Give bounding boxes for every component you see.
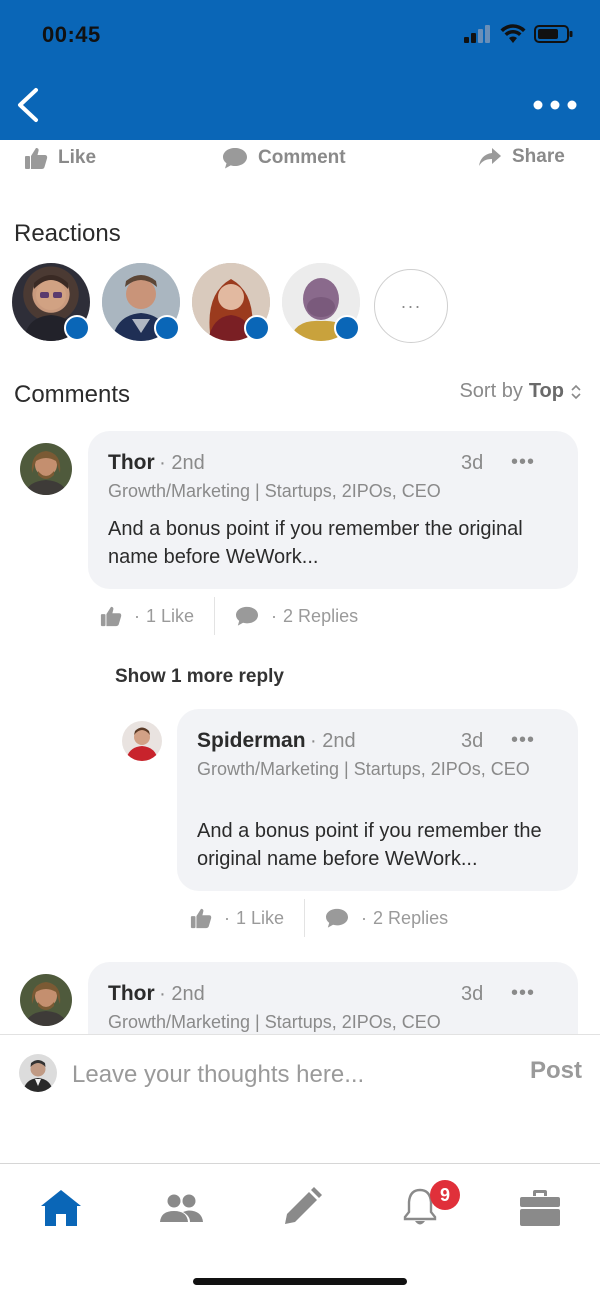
comment-button[interactable]: Comment: [222, 146, 346, 170]
show-more-replies-button[interactable]: Show 1 more reply: [115, 666, 284, 688]
post-actions: Like Comment Share: [0, 140, 600, 176]
like-reaction-badge: [244, 315, 270, 341]
comment-options-button[interactable]: •••: [511, 729, 535, 752]
like-button[interactable]: Like: [24, 146, 96, 170]
commenter-headline: Growth/Marketing | Startups, 2IPOs, CEO: [108, 481, 441, 501]
sort-prefix: Sort by: [459, 380, 523, 402]
like-label: Like: [58, 147, 97, 168]
home-icon: [41, 1190, 81, 1226]
chevron-left-icon: [18, 88, 38, 122]
battery-icon: [534, 25, 573, 43]
more-reactions-button[interactable]: ···: [374, 269, 448, 343]
commenter-avatar[interactable]: [20, 974, 72, 1026]
commenter-avatar[interactable]: [122, 721, 162, 761]
divider: [214, 597, 216, 635]
comment-meta: · 1 Like · 2 Replies: [190, 899, 448, 937]
comment-text: And a bonus point if you remember the or…: [197, 820, 542, 870]
comment-options-button[interactable]: •••: [511, 982, 535, 1005]
briefcase-icon: [520, 1190, 560, 1226]
comment-bubble-icon[interactable]: [235, 605, 259, 627]
share-button[interactable]: Share: [478, 146, 565, 168]
comment-options-button[interactable]: •••: [511, 451, 535, 474]
reply-count[interactable]: 2 Replies: [373, 908, 448, 929]
share-label: Share: [512, 146, 565, 167]
divider: [304, 899, 306, 937]
connection-degree: · 2nd: [159, 452, 205, 474]
ellipsis-icon: [533, 100, 577, 110]
wifi-icon: [500, 24, 526, 43]
comment-bubble-icon[interactable]: [325, 907, 349, 929]
like-reaction-badge: [64, 315, 90, 341]
tab-network[interactable]: [157, 1186, 205, 1230]
thumbs-up-icon[interactable]: [190, 907, 212, 929]
like-reaction-badge: [154, 315, 180, 341]
nav-bar: [0, 70, 600, 140]
share-arrow-icon: [479, 148, 501, 166]
home-indicator: [193, 1278, 407, 1285]
comments-title: Comments: [14, 381, 131, 408]
sort-dropdown[interactable]: Sort by Top: [459, 380, 582, 403]
thumbs-up-icon[interactable]: [100, 605, 122, 627]
tab-jobs[interactable]: [516, 1186, 564, 1230]
status-time: 00:45: [42, 22, 101, 47]
comment-text: And a bonus point if you remember the or…: [108, 518, 523, 568]
like-count[interactable]: 1 Like: [146, 606, 194, 627]
connection-degree: · 2nd: [309, 730, 356, 752]
notification-count-badge: 9: [430, 1180, 460, 1210]
current-user-avatar: [19, 1054, 57, 1092]
comment-meta: · 1 Like · 2 Replies: [100, 597, 358, 635]
comment-bubble-icon: [223, 148, 247, 169]
connection-degree: · 2nd: [159, 983, 205, 1005]
comment-bubble: Thor · 2nd 3d ••• Growth/Marketing | Sta…: [88, 431, 578, 589]
comment-age: 3d: [461, 983, 484, 1005]
more-options-button[interactable]: [530, 92, 580, 118]
cellular-signal-icon: [464, 25, 490, 43]
comment-age: 3d: [461, 730, 484, 752]
commenter-headline: Growth/Marketing | Startups, 2IPOs, CEO: [197, 759, 530, 779]
pencil-icon: [285, 1187, 322, 1224]
commenter-name[interactable]: Thor: [108, 982, 155, 1005]
thumbs-up-icon: [25, 148, 48, 169]
reply-count[interactable]: 2 Replies: [283, 606, 358, 627]
sort-chevron-icon: [571, 384, 581, 399]
tab-write[interactable]: [277, 1186, 325, 1230]
people-icon: [160, 1194, 203, 1222]
commenter-name[interactable]: Thor: [108, 451, 155, 474]
comment-bubble: Spiderman · 2nd 3d ••• Growth/Marketing …: [177, 709, 578, 891]
commenter-avatar[interactable]: [20, 443, 72, 495]
commenter-name[interactable]: Spiderman: [197, 729, 306, 752]
like-count[interactable]: 1 Like: [236, 908, 284, 929]
status-bar: 00:45: [0, 0, 600, 70]
comment-input[interactable]: [70, 1057, 504, 1093]
like-reaction-badge: [334, 315, 360, 341]
sort-value: Top: [528, 380, 564, 402]
comment-label: Comment: [258, 147, 346, 168]
post-button[interactable]: Post: [530, 1057, 582, 1085]
commenter-headline: Growth/Marketing | Startups, 2IPOs, CEO: [108, 1012, 441, 1032]
tab-home[interactable]: [37, 1186, 85, 1230]
back-button[interactable]: [10, 82, 50, 128]
comment-age: 3d: [461, 452, 484, 474]
comment-composer: Post: [0, 1034, 600, 1165]
reactions-title: Reactions: [14, 220, 121, 247]
